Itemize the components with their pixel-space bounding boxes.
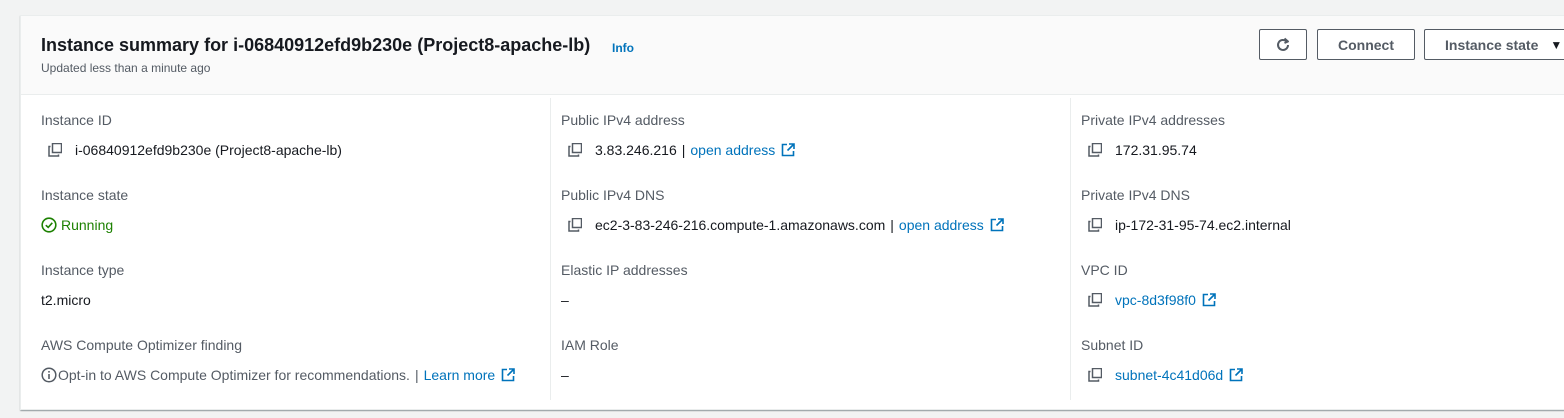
field-value: vpc-8d3f98f0 bbox=[1088, 291, 1216, 309]
instance-id-value: i-06840912efd9b230e (Project8-apache-lb) bbox=[75, 142, 342, 158]
field-label: Private IPv4 addresses bbox=[1081, 112, 1225, 128]
field-label: Instance state bbox=[41, 187, 129, 203]
field-value: 172.31.95.74 bbox=[1088, 141, 1197, 159]
learn-more-link[interactable]: Learn more bbox=[424, 367, 496, 383]
field-instance-id: Instance ID i-06840912efd9b230e (Project… bbox=[41, 111, 541, 158]
field-value: 3.83.246.216 | open address bbox=[568, 141, 796, 159]
connect-button[interactable]: Connect bbox=[1317, 29, 1415, 60]
info-circle-icon bbox=[41, 367, 57, 383]
optimizer-text: Opt-in to AWS Compute Optimizer for reco… bbox=[58, 367, 410, 383]
external-link-icon[interactable] bbox=[781, 143, 796, 157]
copy-icon[interactable] bbox=[1088, 218, 1102, 232]
field-public-ipv4: Public IPv4 address 3.83.246.216 | open … bbox=[561, 111, 1061, 158]
refresh-button[interactable] bbox=[1259, 29, 1307, 60]
panel-header: Instance summary for i-06840912efd9b230e… bbox=[21, 16, 1564, 95]
field-label: IAM Role bbox=[561, 337, 619, 353]
field-instance-state: Instance state Running bbox=[41, 186, 541, 233]
caret-down-icon: ▼ bbox=[1550, 37, 1563, 52]
field-private-ipv4: Private IPv4 addresses 172.31.95.74 bbox=[1081, 111, 1564, 158]
instance-state-dropdown-label: Instance state bbox=[1445, 36, 1539, 53]
external-link-icon[interactable] bbox=[1229, 368, 1244, 382]
field-label: VPC ID bbox=[1081, 262, 1128, 278]
public-ipv4-value: 3.83.246.216 bbox=[595, 142, 677, 158]
updated-timestamp: Updated less than a minute ago bbox=[41, 61, 211, 75]
field-value: ec2-3-83-246-216.compute-1.amazonaws.com… bbox=[568, 216, 1004, 234]
external-link-icon[interactable] bbox=[501, 368, 515, 382]
field-optimizer: AWS Compute Optimizer finding Opt-in to … bbox=[41, 336, 541, 383]
open-address-link[interactable]: open address bbox=[899, 217, 984, 233]
instance-state-dropdown[interactable]: Instance state ▼ bbox=[1424, 29, 1564, 60]
field-label: Private IPv4 DNS bbox=[1081, 187, 1190, 203]
field-label: Public IPv4 address bbox=[561, 112, 685, 128]
instance-summary-panel: Instance summary for i-06840912efd9b230e… bbox=[20, 15, 1564, 410]
copy-icon[interactable] bbox=[48, 143, 62, 157]
field-instance-type: Instance type t2.micro bbox=[41, 261, 541, 308]
separator: | bbox=[414, 367, 419, 383]
external-link-icon[interactable] bbox=[1202, 293, 1216, 307]
check-circle-icon bbox=[41, 217, 57, 233]
copy-icon[interactable] bbox=[568, 218, 582, 232]
field-vpc-id: VPC ID vpc-8d3f98f0 bbox=[1081, 261, 1564, 308]
copy-icon[interactable] bbox=[1088, 368, 1102, 382]
field-iam-role: IAM Role – bbox=[561, 336, 1061, 383]
field-label: Subnet ID bbox=[1081, 337, 1144, 353]
copy-icon[interactable] bbox=[1088, 143, 1102, 157]
instance-type-value: t2.micro bbox=[41, 292, 91, 308]
field-value: Opt-in to AWS Compute Optimizer for reco… bbox=[41, 366, 515, 384]
field-private-dns: Private IPv4 DNS ip-172-31-95-74.ec2.int… bbox=[1081, 186, 1564, 233]
field-value: ip-172-31-95-74.ec2.internal bbox=[1088, 216, 1291, 234]
separator: | bbox=[890, 217, 894, 233]
iam-role-value: – bbox=[561, 367, 569, 383]
copy-icon[interactable] bbox=[1088, 293, 1102, 307]
separator: | bbox=[681, 142, 686, 158]
field-label: Elastic IP addresses bbox=[561, 262, 688, 278]
subnet-id-link[interactable]: subnet-4c41d06d bbox=[1115, 367, 1223, 383]
status-badge: Running bbox=[41, 216, 113, 234]
public-dns-value: ec2-3-83-246-216.compute-1.amazonaws.com bbox=[595, 217, 886, 233]
field-subnet-id: Subnet ID subnet-4c41d06d bbox=[1081, 336, 1564, 383]
field-value: subnet-4c41d06d bbox=[1088, 366, 1244, 384]
field-public-dns: Public IPv4 DNS ec2-3-83-246-216.compute… bbox=[561, 186, 1061, 233]
vpc-id-link[interactable]: vpc-8d3f98f0 bbox=[1115, 292, 1196, 308]
column-divider bbox=[1070, 98, 1071, 400]
field-elastic-ip: Elastic IP addresses – bbox=[561, 261, 1061, 308]
field-label: Instance ID bbox=[41, 112, 112, 128]
field-label: AWS Compute Optimizer finding bbox=[41, 337, 242, 353]
refresh-icon bbox=[1277, 37, 1289, 51]
open-address-link[interactable]: open address bbox=[690, 142, 775, 158]
info-link[interactable]: Info bbox=[612, 41, 634, 55]
field-value: i-06840912efd9b230e (Project8-apache-lb) bbox=[48, 141, 342, 159]
field-label: Public IPv4 DNS bbox=[561, 187, 665, 203]
elastic-ip-value: – bbox=[561, 292, 569, 308]
column-divider bbox=[550, 98, 551, 400]
private-ipv4-value: 172.31.95.74 bbox=[1115, 142, 1197, 158]
external-link-icon[interactable] bbox=[990, 218, 1004, 232]
copy-icon[interactable] bbox=[568, 143, 582, 157]
page-title: Instance summary for i-06840912efd9b230e… bbox=[41, 35, 591, 55]
field-label: Instance type bbox=[41, 262, 125, 278]
private-dns-value: ip-172-31-95-74.ec2.internal bbox=[1115, 217, 1291, 233]
instance-state-value: Running bbox=[61, 217, 114, 233]
